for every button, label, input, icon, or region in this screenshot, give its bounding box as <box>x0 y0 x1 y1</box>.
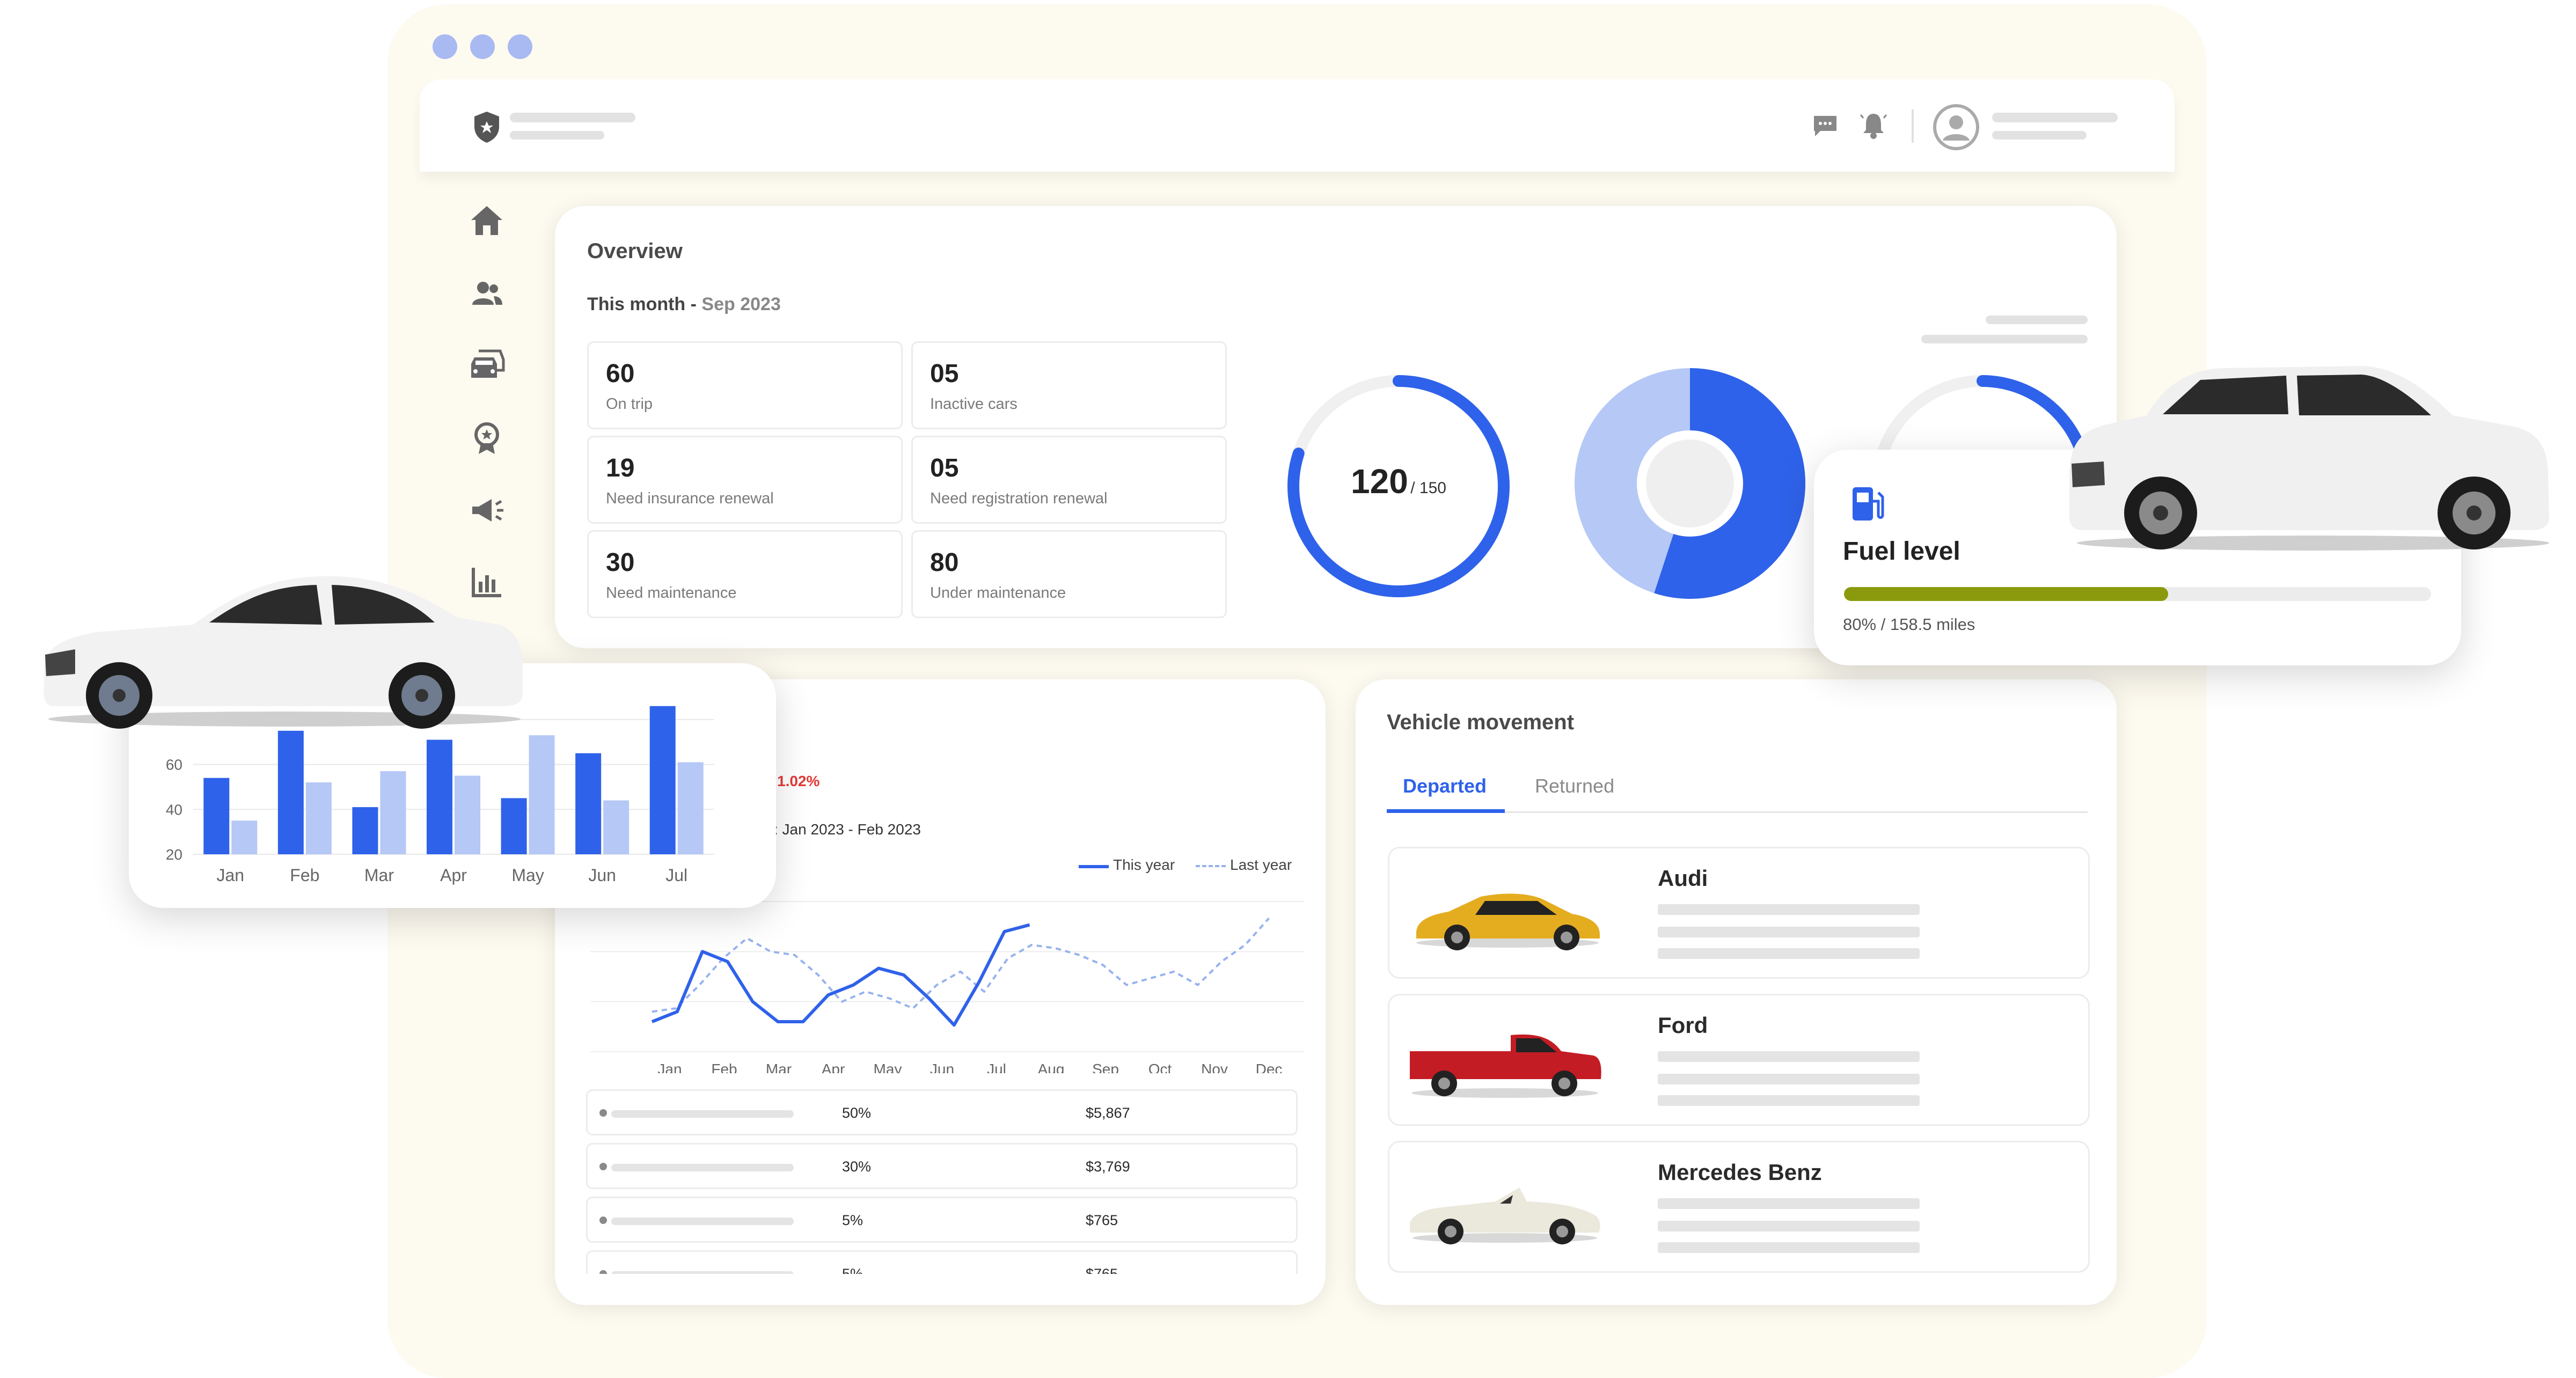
stat-card[interactable]: 05 Need registration renewal <box>911 436 1227 524</box>
megaphone-icon[interactable] <box>468 492 506 529</box>
x-tick-label: Jun <box>930 1061 954 1073</box>
vehicle-name: Ford <box>1658 1013 1708 1038</box>
bar <box>649 706 676 854</box>
audi-car-image <box>1416 893 1600 950</box>
x-tick-label: Mar <box>766 1061 792 1073</box>
vehicle-row-audi[interactable]: Audi <box>1388 847 2090 979</box>
x-tick-label: Dec <box>1256 1061 1283 1073</box>
vehicle-name: Audi <box>1658 866 1708 891</box>
stat-card[interactable]: 30 Need maintenance <box>587 530 903 618</box>
legend-last-swatch <box>1196 865 1226 867</box>
bar <box>677 762 704 854</box>
trend-line-chart: Jan Feb Mar Apr May Jun Jul Aug Sep Oct Nov Dec <box>590 901 1304 1073</box>
avatar[interactable] <box>1932 103 1980 151</box>
table-row[interactable]: 5% $765 <box>586 1197 1298 1243</box>
gauge-label: 120 / 150 <box>1351 462 1446 501</box>
bar <box>231 820 258 854</box>
table-row[interactable]: 50% $5,867 <box>586 1089 1298 1135</box>
x-tick-label: Jan <box>216 866 244 885</box>
legend-this-swatch <box>1079 865 1109 868</box>
award-icon[interactable] <box>468 420 506 457</box>
brand-placeholder <box>510 113 635 122</box>
change-percent: 1.02% <box>777 773 820 789</box>
bar <box>575 753 602 854</box>
overview-title: Overview <box>587 239 683 263</box>
date-range: : Jan 2023 - Feb 2023 <box>774 821 921 838</box>
legend-this: This year <box>1113 856 1175 873</box>
x-tick-label: Oct <box>1148 1061 1172 1073</box>
fuel-info: 80% / 158.5 miles <box>1843 615 1975 634</box>
mercedes-car-image <box>1410 1188 1600 1244</box>
window-dot <box>470 34 495 59</box>
tab-returned[interactable]: Returned <box>1535 775 1614 797</box>
user-name-placeholder <box>1992 113 2118 122</box>
bell-icon[interactable] <box>1860 111 1887 141</box>
bar <box>529 735 555 854</box>
fuel-pump-icon <box>1853 487 1884 521</box>
series-line-last-year <box>652 917 1270 1013</box>
tab-departed[interactable]: Departed <box>1403 775 1487 797</box>
x-tick-label: Jul <box>987 1061 1006 1073</box>
bar <box>380 771 406 854</box>
movement-title: Vehicle movement <box>1387 710 1575 734</box>
bar <box>603 800 630 854</box>
period-label: This month - Sep 2023 <box>587 294 781 314</box>
x-tick-label: May <box>511 866 544 885</box>
vehicle-row-ford[interactable]: Ford <box>1388 994 2090 1126</box>
legend-last: Last year <box>1230 856 1292 873</box>
bar <box>352 807 378 854</box>
users-icon[interactable] <box>468 275 506 312</box>
tab-indicator <box>1387 809 1505 813</box>
vehicle-name: Mercedes Benz <box>1658 1160 1822 1185</box>
table-row-clip: 5% $765 <box>586 1250 1298 1274</box>
shield-logo-icon <box>474 112 499 143</box>
divider <box>1912 109 1914 143</box>
x-tick-label: May <box>874 1061 902 1073</box>
bar <box>427 739 452 854</box>
x-tick-label: Feb <box>711 1061 737 1073</box>
message-icon[interactable] <box>1812 114 1839 138</box>
stat-card[interactable]: 80 Under maintenance <box>911 530 1227 618</box>
x-tick-label: Jan <box>657 1061 682 1073</box>
window-dot <box>433 34 457 59</box>
x-tick-label: Aug <box>1038 1061 1065 1073</box>
x-tick-label: Apr <box>440 866 467 885</box>
ford-truck-image <box>1410 1034 1601 1098</box>
stat-card[interactable]: 60 On trip <box>587 341 903 429</box>
user-role-placeholder <box>1992 131 2087 140</box>
x-tick-label: Feb <box>290 866 319 885</box>
bar <box>455 775 480 854</box>
window-dot <box>508 34 532 59</box>
status-donut <box>1575 368 1805 599</box>
x-tick-label: Jul <box>665 866 687 885</box>
fuel-progress-track <box>1844 587 2431 601</box>
legend-placeholder <box>1986 316 2088 324</box>
stat-card[interactable]: 05 Inactive cars <box>911 341 1227 429</box>
coupe-car-image <box>43 576 523 729</box>
x-tick-label: Sep <box>1092 1061 1119 1073</box>
bar <box>203 778 230 854</box>
stat-card[interactable]: 19 Need insurance renewal <box>587 436 903 524</box>
x-tick-label: Apr <box>822 1061 845 1073</box>
car-icon[interactable] <box>468 347 506 384</box>
bar <box>305 782 332 854</box>
brand-placeholder <box>510 131 604 140</box>
bar <box>501 798 527 854</box>
suv-car-image <box>2069 366 2549 551</box>
x-tick-label: Nov <box>1201 1061 1228 1073</box>
fuel-progress-fill <box>1844 587 2168 601</box>
x-tick-label: Mar <box>364 866 394 885</box>
fuel-title: Fuel level <box>1843 537 1960 566</box>
x-tick-label: Jun <box>588 866 616 885</box>
legend-placeholder <box>1921 335 2088 343</box>
bar <box>277 730 304 854</box>
table-row[interactable]: 5% $765 <box>586 1250 1298 1274</box>
y-tick-label: 60 <box>166 757 182 773</box>
y-tick-label: 20 <box>166 846 182 863</box>
vehicle-row-mercedes[interactable]: Mercedes Benz <box>1388 1141 2090 1273</box>
home-icon[interactable] <box>468 202 506 239</box>
table-row[interactable]: 30% $3,769 <box>586 1143 1298 1189</box>
y-tick-label: 40 <box>166 801 182 818</box>
